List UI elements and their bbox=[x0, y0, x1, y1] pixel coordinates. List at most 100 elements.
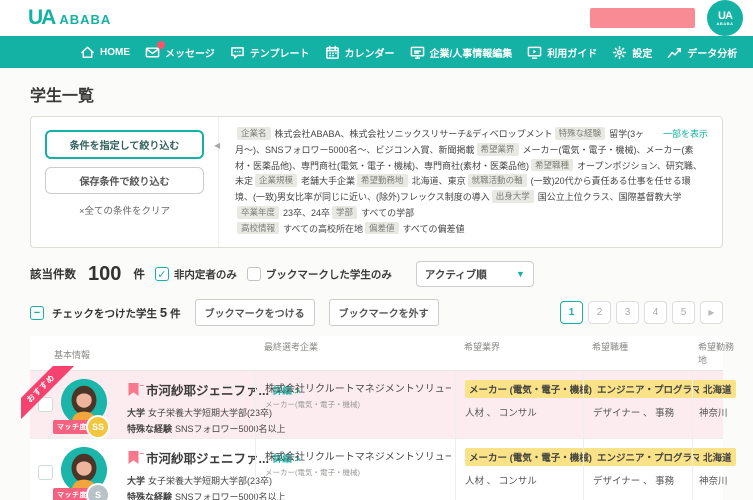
col-header-job-type: 希望職種 bbox=[592, 342, 629, 353]
university-line: 大学 女子栄養大学短期大学部(23卒) bbox=[127, 408, 273, 419]
job-others: デザイナー 、 事務 bbox=[593, 408, 675, 420]
header-account-button[interactable] bbox=[590, 8, 695, 28]
settings-icon bbox=[612, 45, 627, 60]
show-partial-link[interactable]: 一部を表示 bbox=[663, 127, 708, 143]
chevron-down-icon: ▼ bbox=[515, 269, 525, 280]
col-header-basic-info: 基本情報 bbox=[54, 350, 91, 361]
final-company-name: 株式会社リクルートマネジメントソリューション... bbox=[265, 384, 451, 396]
location-others: 神奈川 bbox=[699, 476, 728, 488]
nav-item-analytics[interactable]: データ分析 bbox=[667, 45, 737, 60]
filter-value-text: 株式会社ABABA、株式会社ソニックスリサーチ&ディベロップメント bbox=[274, 129, 553, 139]
student-row-checkbox[interactable] bbox=[38, 397, 53, 413]
page-button-1[interactable]: 1 bbox=[560, 301, 583, 325]
bookmarked-only-label[interactable]: ブックマークした学生のみ bbox=[266, 267, 392, 282]
top-bar: UA ABABA UA ABABA bbox=[0, 0, 753, 36]
filter-field-chip: 高校情報 bbox=[237, 221, 280, 235]
col-header-industry: 希望業界 bbox=[464, 342, 501, 353]
final-company-name: 株式会社リクルートマネジメントソリューション... bbox=[265, 452, 451, 464]
filter-value-text: 老舗大手企業 bbox=[301, 176, 356, 187]
experience-line: 特殊な経験 SNSフォロワー5000名以上 bbox=[127, 424, 286, 435]
filter-saved-button[interactable]: 保存条件で絞り込む bbox=[45, 167, 204, 194]
nav-item-mail[interactable]: メッセージ bbox=[145, 40, 215, 60]
filter-field-chip: 希望業界 bbox=[476, 142, 519, 156]
bookmarked-only-checkbox[interactable] bbox=[246, 267, 261, 282]
nav-item-guide[interactable]: 利用ガイド bbox=[527, 45, 597, 60]
industry-others: 人材 、 コンサル bbox=[465, 408, 537, 420]
add-bookmark-button[interactable]: ブックマークをつける bbox=[194, 299, 315, 327]
filter-field-chip: 企業名 bbox=[237, 127, 271, 140]
bookmark-icon[interactable]: − bbox=[127, 381, 144, 397]
page-button-4[interactable]: 4 bbox=[644, 301, 667, 325]
filter-value-text: すべての偏差値 bbox=[402, 223, 465, 234]
result-count: 100 bbox=[88, 262, 122, 285]
final-company-industry: メーカー(電気・電子・機械) bbox=[265, 468, 360, 478]
checked-students-label: チェックをつけた学生 5 件 bbox=[52, 304, 181, 320]
final-company-industry: メーカー(電気・電子・機械) bbox=[265, 400, 360, 410]
collapse-caret-icon[interactable]: ◀ bbox=[214, 141, 220, 150]
filter-value-text: 23卒、24卒 bbox=[283, 207, 331, 218]
home-icon bbox=[80, 45, 95, 60]
nav-item-settings[interactable]: 設定 bbox=[612, 45, 652, 60]
page-button-3[interactable]: 3 bbox=[616, 301, 639, 325]
filter-value-text: 北海道、東京 bbox=[411, 176, 466, 187]
page-button-2[interactable]: 2 bbox=[588, 301, 611, 325]
location-others: 神奈川 bbox=[699, 408, 728, 420]
industry-highlight-chip: メーカー (電気・電子・機械) bbox=[465, 448, 596, 467]
filter-value-text: すべての高校所在地 bbox=[283, 223, 364, 234]
filter-field-chip: 特殊な経験 bbox=[554, 127, 606, 140]
filter-value-text: すべての学部 bbox=[361, 207, 415, 218]
match-rate-badge: マッチ度 SS bbox=[53, 417, 108, 438]
pagination-next-button[interactable]: ▶ bbox=[700, 301, 723, 325]
main-nav: HOME メッセージ テンプレート カレンダー 企業/人事情報編集 利用ガイド … bbox=[0, 36, 753, 68]
nav-item-company-edit[interactable]: 企業/人事情報編集 bbox=[410, 45, 512, 60]
col-header-final-company: 最終選考企業 bbox=[264, 342, 319, 353]
notification-badge bbox=[157, 40, 165, 49]
nav-item-template[interactable]: テンプレート bbox=[230, 45, 310, 60]
page-button-5[interactable]: 5 bbox=[672, 301, 695, 325]
filter-field-chip: 希望職種 bbox=[531, 158, 574, 172]
filter-conditions: 一部を表示 企業名 株式会社ABABA、株式会社ソニックスリサーチ&ディベロップメ… bbox=[219, 117, 722, 247]
industry-others: 人材 、 コンサル bbox=[465, 476, 537, 488]
mail-icon bbox=[145, 40, 165, 60]
student-row: おすすめ マッチ度 SS 1日前 bbox=[21, 366, 736, 451]
filter-field-chip: 企業規模 bbox=[255, 174, 298, 187]
job-highlight-chip: エンジニア・プログラマ bbox=[593, 380, 706, 399]
filter-panel: 条件を指定して絞り込む 保存条件で絞り込む ×全ての条件をクリア ◀ 一部を表示… bbox=[30, 116, 723, 249]
experience-line: 特殊な経験 SNSフォロワー5000名以上 bbox=[127, 492, 286, 500]
match-rate-badge: マッチ度 S bbox=[53, 485, 108, 500]
match-rank: SS bbox=[88, 417, 108, 438]
ababa-logo[interactable]: UA ABABA bbox=[28, 6, 111, 30]
account-avatar[interactable]: UA ABABA bbox=[707, 0, 743, 36]
filter-specify-button[interactable]: 条件を指定して絞り込む bbox=[45, 130, 204, 159]
nav-item-calendar[interactable]: カレンダー bbox=[325, 45, 395, 60]
non-offer-only-label[interactable]: 非内定者のみ bbox=[174, 267, 237, 282]
student-name: 市河紗耶ジェニファ... bbox=[146, 452, 269, 467]
sort-order-select[interactable]: アクティブ順 ▼ bbox=[415, 261, 534, 288]
job-others: デザイナー 、 事務 bbox=[593, 476, 675, 488]
select-all-checkbox[interactable]: − bbox=[30, 305, 44, 320]
student-row: マッチ度 S 3日前 − 市河紗耶ジェニファ... 詳細 > 大学女子栄養大学短… bbox=[30, 439, 736, 500]
analytics-icon bbox=[667, 45, 682, 60]
clear-all-conditions-link[interactable]: ×全ての条件をクリア bbox=[45, 203, 204, 217]
student-row-checkbox[interactable] bbox=[38, 465, 53, 481]
job-highlight-chip: エンジニア・プログラマ bbox=[593, 448, 706, 467]
location-highlight-chip: 北海道 bbox=[699, 448, 736, 467]
account-logo-mark: UA bbox=[718, 9, 733, 22]
pagination: 1 2 3 4 5 ▶ bbox=[560, 301, 723, 325]
logo-mark: UA bbox=[28, 6, 56, 29]
template-icon bbox=[230, 45, 245, 60]
nav-item-home[interactable]: HOME bbox=[80, 45, 130, 60]
account-logo-text: ABABA bbox=[716, 20, 734, 26]
filter-field-chip: 希望勤務地 bbox=[357, 174, 408, 187]
non-offer-only-checkbox[interactable]: ✓ bbox=[154, 267, 169, 282]
result-count-unit: 件 bbox=[133, 269, 145, 282]
filter-field-chip: 卒業年度 bbox=[237, 205, 280, 219]
student-name: 市河紗耶ジェニファ... bbox=[146, 384, 269, 399]
remove-bookmark-button[interactable]: ブックマークを外す bbox=[328, 299, 439, 327]
location-highlight-chip: 北海道 bbox=[699, 380, 736, 399]
calendar-icon bbox=[325, 45, 340, 60]
bookmark-icon[interactable]: − bbox=[127, 449, 144, 465]
checked-students-count: 5 bbox=[159, 304, 168, 320]
university-line: 大学 女子栄養大学短期大学部(23卒) bbox=[127, 476, 273, 487]
logo-wordmark: ABABA bbox=[59, 12, 112, 27]
